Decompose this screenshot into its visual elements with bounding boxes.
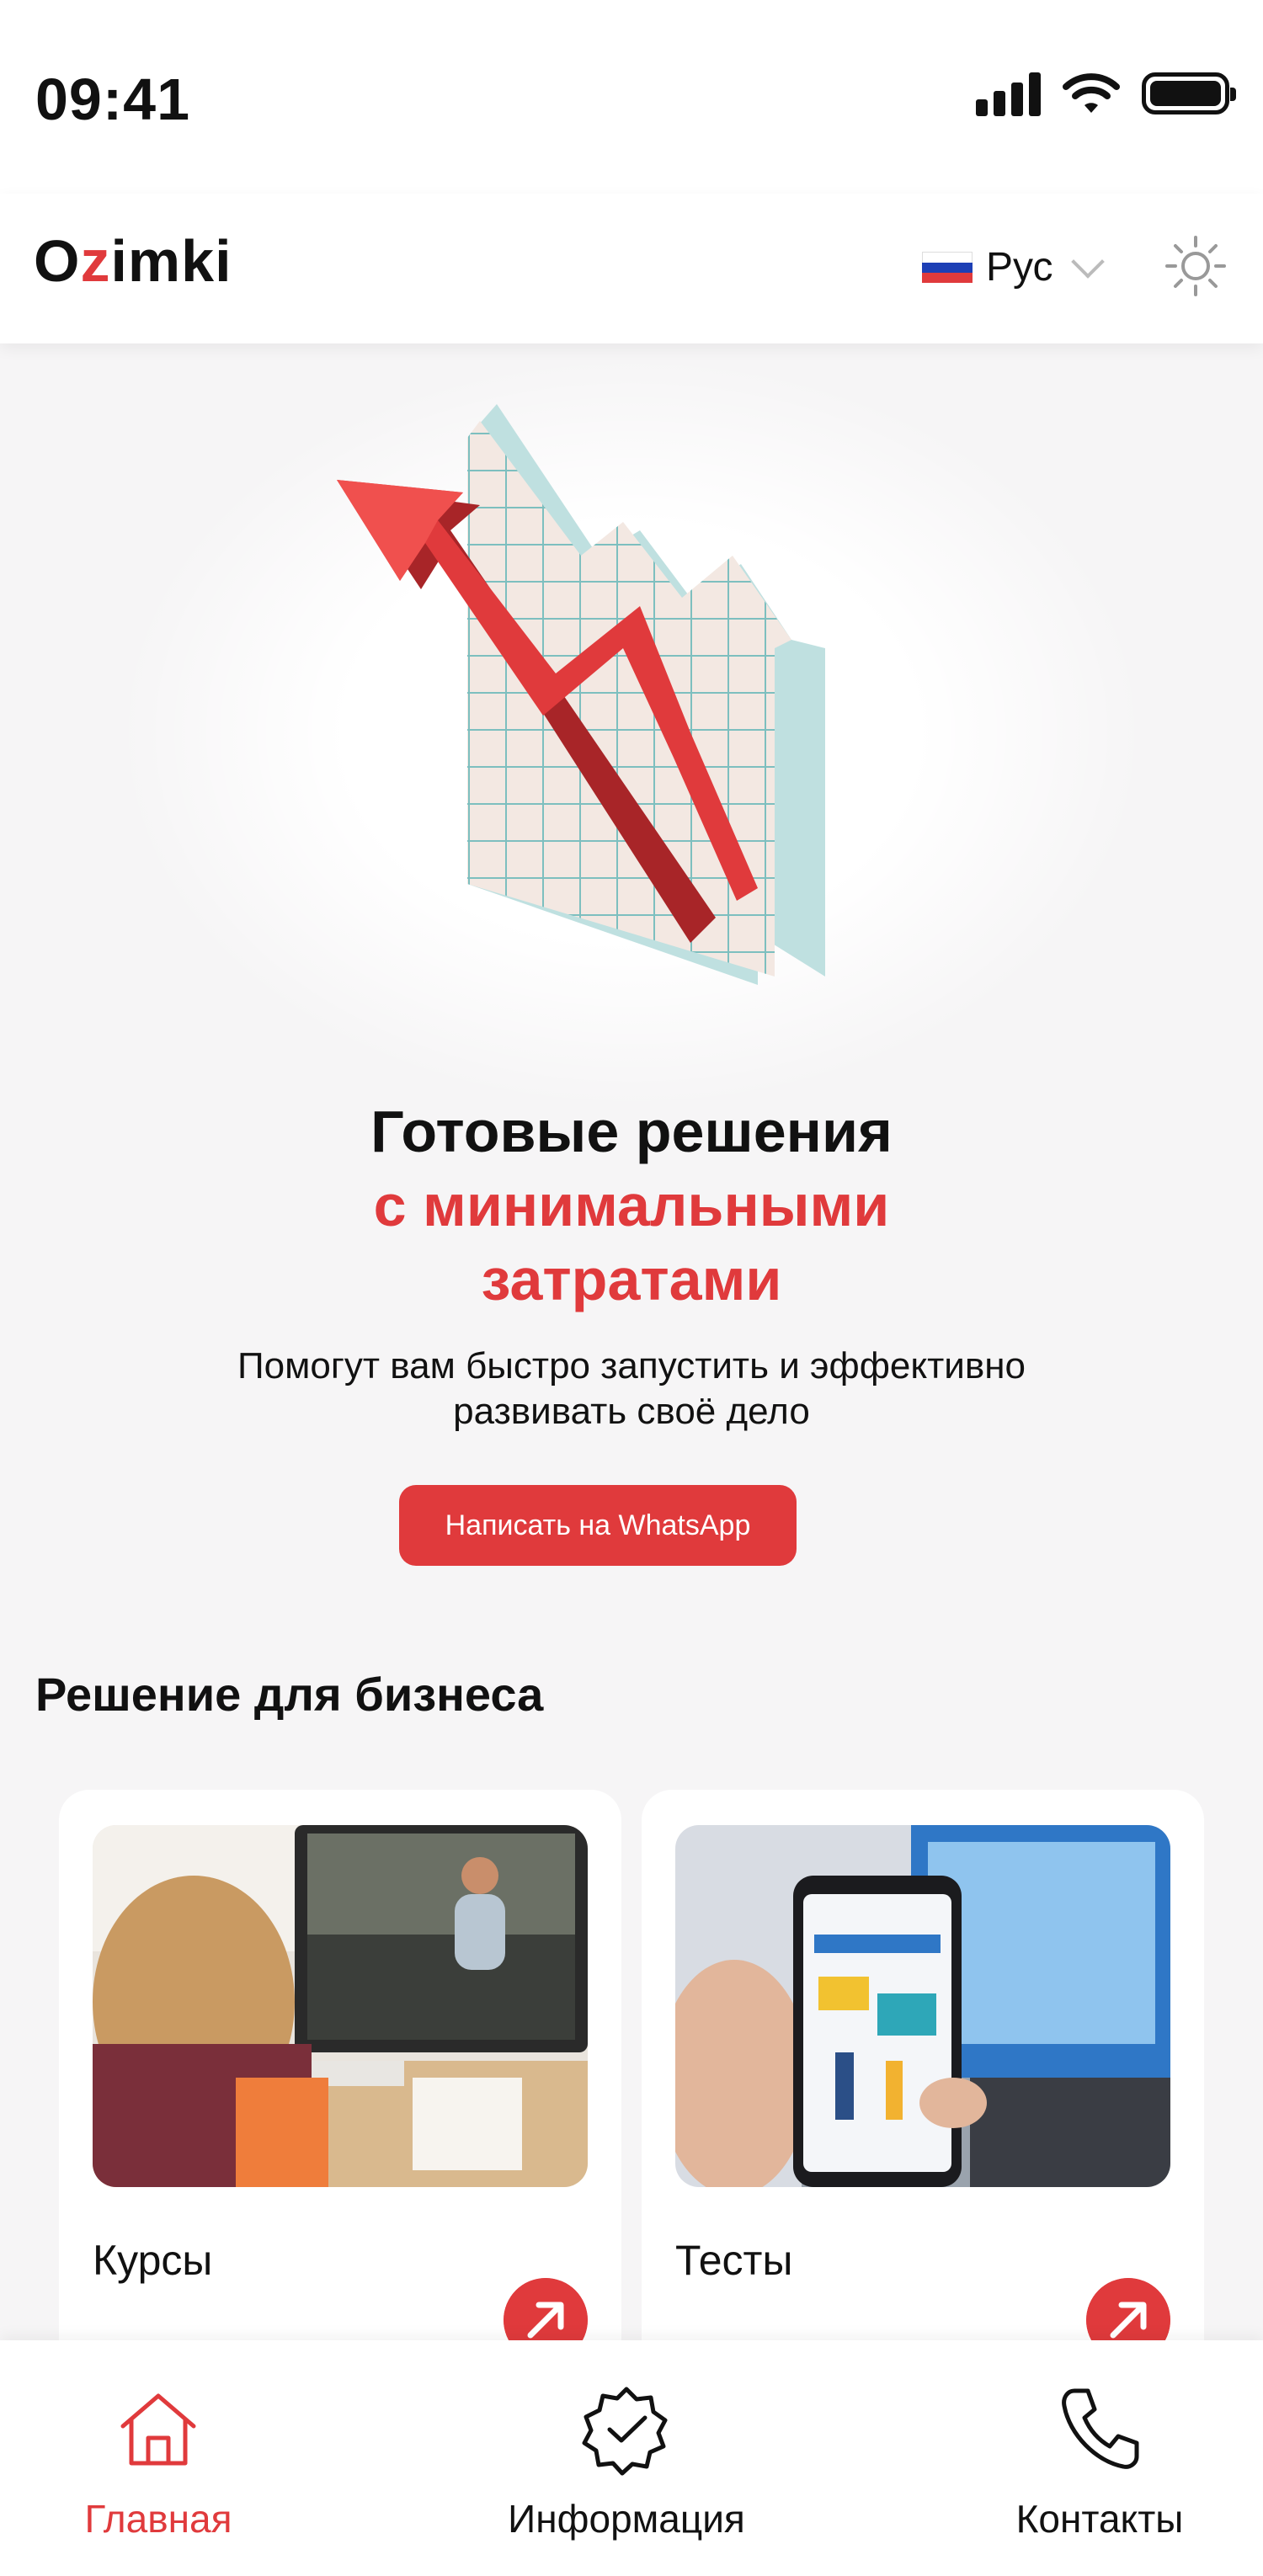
verified-badge-icon [582,2387,668,2476]
tab-home-label: Главная [84,2497,232,2541]
cellular-signal-icon [976,71,1041,116]
tab-contacts-label: Контакты [1015,2497,1184,2541]
card-tests-label: Тесты [675,2237,793,2284]
tab-contacts[interactable]: Контакты [948,2379,1251,2541]
tab-info[interactable]: Информация [475,2379,778,2541]
app-header: Ozimki Рус [0,194,1263,343]
tab-info-label: Информация [508,2497,745,2541]
status-icons [976,71,1236,116]
status-time: 09:41 [35,67,191,132]
hero-title-line-3: затратами [481,1247,782,1312]
status-bar: 09:41 [0,0,1263,194]
battery-icon [1142,72,1236,114]
ozimki-logo[interactable]: Ozimki [34,227,232,295]
hero-subtitle: Помогут вам быстро запустить и эффективн… [126,1344,1137,1434]
logo-suffix: imki [110,228,232,294]
hero-title: Готовые решения с минимальными затратами [0,1094,1263,1317]
home-icon [120,2393,196,2466]
growth-chart-illustration [337,404,825,985]
hero-title-line-2: с минимальными [373,1173,890,1238]
section-title: Решение для бизнеса [35,1668,544,1721]
language-label: Рус [986,245,1053,290]
courses-photo [93,1825,588,2187]
chevron-down-icon [1071,244,1106,279]
hero-subtitle-line-1: Помогут вам быстро запустить и эффективн… [237,1345,1026,1386]
language-selector[interactable]: Рус [922,244,1106,290]
bottom-tab-bar: Главная Информация Контакты [0,2340,1263,2576]
tab-home[interactable]: Главная [7,2379,310,2541]
tests-photo [675,1825,1170,2187]
logo-prefix: O [34,228,81,294]
russia-flag-icon [922,251,973,284]
sun-icon[interactable] [1162,232,1229,300]
phone-icon [1062,2388,1139,2469]
hero-title-line-1: Готовые решения [370,1099,893,1164]
whatsapp-button[interactable]: Написать на WhatsApp [399,1485,797,1566]
hero-subtitle-line-2: развивать своё дело [453,1391,810,1432]
card-courses-label: Курсы [93,2237,213,2284]
wifi-icon [1063,73,1120,113]
logo-accent: z [80,228,111,294]
